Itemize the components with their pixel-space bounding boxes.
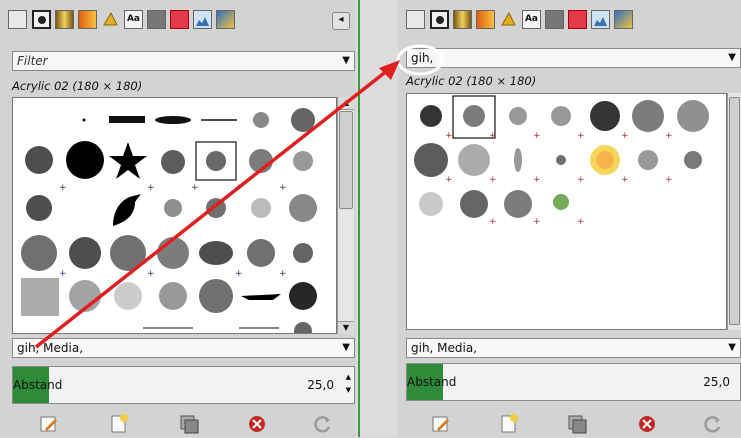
annotation-arrow-head bbox=[379, 60, 400, 80]
highlight-ring bbox=[396, 44, 444, 76]
annotation-arrow-line bbox=[34, 68, 390, 349]
annotation-arrow-overlay bbox=[34, 44, 444, 349]
